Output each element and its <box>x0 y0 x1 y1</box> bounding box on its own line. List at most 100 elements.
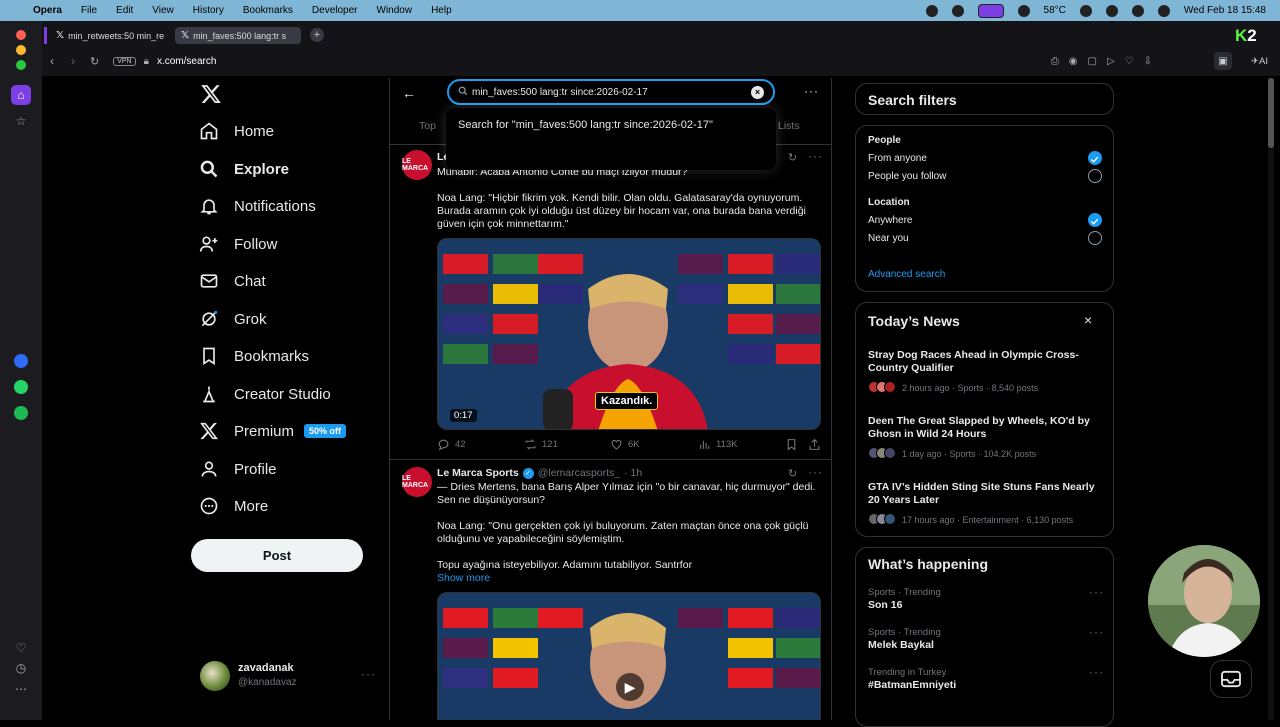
back-arrow-icon[interactable]: ← <box>402 85 416 101</box>
bookmark-tweet-button[interactable] <box>785 438 798 451</box>
reload-icon[interactable]: ↻ <box>90 55 99 68</box>
new-tab-button[interactable]: + <box>310 28 324 42</box>
page-scrollbar[interactable] <box>1268 78 1274 720</box>
scrollbar-thumb[interactable] <box>1268 78 1274 148</box>
ai-button[interactable]: ✈AI <box>1251 56 1268 67</box>
whatsapp-icon[interactable] <box>11 377 31 397</box>
heart-icon[interactable]: ♡ <box>11 638 31 658</box>
status-icon-3[interactable] <box>1017 4 1030 17</box>
moon-icon[interactable] <box>1131 4 1144 17</box>
menu-help[interactable]: Help <box>431 5 452 16</box>
menu-view[interactable]: View <box>152 5 174 16</box>
grok-tweet-icon[interactable]: ↻ <box>788 467 797 480</box>
vpn-badge[interactable]: VPN <box>113 56 136 66</box>
status-icon-1[interactable] <box>925 4 938 17</box>
tweet-video[interactable]: ▶ <box>437 592 821 720</box>
home-workspace-icon[interactable]: ⌂ <box>11 85 31 105</box>
show-more-link[interactable]: Show more <box>437 572 490 584</box>
trend-menu-icon[interactable]: ··· <box>1089 665 1104 679</box>
menu-file[interactable]: File <box>81 5 97 16</box>
news-item-title[interactable]: Deen The Great Slapped by Wheels, KO'd b… <box>868 415 1108 441</box>
anywhere-checked-icon[interactable] <box>1088 213 1102 227</box>
menu-app-opera[interactable]: Opera <box>33 5 62 16</box>
search-suggestion-item[interactable]: Search for "min_faves:500 lang:tr since:… <box>458 119 713 131</box>
messenger-icon[interactable] <box>11 351 31 371</box>
nav-creator-studio[interactable]: Creator Studio <box>199 379 331 409</box>
grok-tweet-icon[interactable]: ↻ <box>788 151 797 164</box>
status-icon-2[interactable] <box>951 4 964 17</box>
tweet-avatar[interactable]: LE MARCA <box>402 467 432 497</box>
like-button[interactable]: 6K <box>610 438 640 451</box>
clock[interactable]: Wed Feb 18 15:48 <box>1184 5 1266 16</box>
tab-faves-active[interactable]: 𝕏min_faves:500 lang:tr s <box>175 27 301 44</box>
nav-follow[interactable]: Follow <box>199 229 277 259</box>
history-icon[interactable]: ◷ <box>11 658 31 678</box>
account-avatar[interactable] <box>200 661 230 691</box>
advanced-search-link[interactable]: Advanced search <box>868 269 945 280</box>
tab-retweets[interactable]: 𝕏min_retweets:50 min_re <box>50 27 172 44</box>
trend-topic[interactable]: Son 16 <box>868 599 902 611</box>
search-options-icon[interactable]: ··· <box>804 84 819 98</box>
zoom-window-icon[interactable] <box>16 60 26 70</box>
control-center-icon[interactable] <box>1157 4 1170 17</box>
messages-drawer-button[interactable] <box>1210 660 1252 698</box>
reply-button[interactable]: 42 <box>437 438 466 451</box>
nav-bookmarks[interactable]: Bookmarks <box>199 341 309 371</box>
share-button[interactable] <box>808 438 821 451</box>
url-text[interactable]: x.com/search <box>157 56 216 67</box>
status-pill-icon[interactable] <box>977 3 1004 18</box>
x-logo-icon[interactable] <box>200 83 222 105</box>
search-input[interactable]: min_faves:500 lang:tr since:2026-02-17 × <box>447 79 775 105</box>
tweet-menu-icon[interactable]: ··· <box>808 465 823 479</box>
address-actions-icons[interactable]: ⎙◉▢▷♡⇩ <box>1051 56 1162 67</box>
clear-search-icon[interactable]: × <box>751 85 764 99</box>
tweet-avatar[interactable]: LE MARCA <box>402 150 432 180</box>
menu-window[interactable]: Window <box>377 5 413 16</box>
news-item-title[interactable]: Stray Dog Races Ahead in Olympic Cross-C… <box>868 349 1108 375</box>
nav-profile[interactable]: Profile <box>199 454 277 484</box>
menu-developer[interactable]: Developer <box>312 5 358 16</box>
cube-icon[interactable]: ▣ <box>1214 52 1232 70</box>
trend-topic[interactable]: #BatmanEmniyeti <box>868 679 956 691</box>
back-arrow-icon[interactable]: ‹ <box>50 54 54 68</box>
battery-icon[interactable] <box>1079 4 1092 17</box>
menu-edit[interactable]: Edit <box>116 5 133 16</box>
play-icon[interactable]: ▶ <box>616 673 644 701</box>
play-icon[interactable] <box>1105 4 1118 17</box>
tweet-video[interactable]: Kazandık. 0:17 <box>437 238 821 430</box>
minimize-window-icon[interactable] <box>16 45 26 55</box>
account-name[interactable]: zavadanak <box>238 662 294 674</box>
views-button[interactable]: 113K <box>698 438 737 451</box>
trend-topic[interactable]: Melek Baykal <box>868 639 934 651</box>
filter-near-you[interactable]: Near you <box>868 233 909 244</box>
people-you-follow-radio[interactable] <box>1088 169 1102 183</box>
menu-bookmarks[interactable]: Bookmarks <box>243 5 293 16</box>
nav-notifications[interactable]: Notifications <box>199 191 316 221</box>
repost-button[interactable]: 121 <box>524 438 558 451</box>
tweet-author-handle[interactable]: @lemarcasports_ <box>538 467 620 479</box>
forward-arrow-icon[interactable]: › <box>71 54 75 68</box>
tab-lists[interactable]: Lists <box>778 120 800 132</box>
trend-menu-icon[interactable]: ··· <box>1089 585 1104 599</box>
nav-more[interactable]: More <box>199 491 268 521</box>
account-menu-icon[interactable]: ··· <box>361 667 376 681</box>
filter-from-anyone[interactable]: From anyone <box>868 153 927 164</box>
nav-grok[interactable]: Grok <box>199 304 267 334</box>
post-button[interactable]: Post <box>191 539 363 572</box>
trend-menu-icon[interactable]: ··· <box>1089 625 1104 639</box>
star-icon[interactable]: ☆ <box>11 111 31 131</box>
near-you-radio[interactable] <box>1088 231 1102 245</box>
news-item-title[interactable]: GTA IV’s Hidden Sting Site Stuns Fans Ne… <box>868 481 1108 507</box>
nav-home[interactable]: Home <box>199 116 274 146</box>
tweet-menu-icon[interactable]: ··· <box>808 149 823 163</box>
tab-top[interactable]: Top <box>419 120 436 132</box>
filter-people-you-follow[interactable]: People you follow <box>868 171 946 182</box>
nav-premium[interactable]: Premium 50% off <box>199 416 347 446</box>
nav-explore[interactable]: Explore <box>199 154 289 184</box>
filter-anywhere[interactable]: Anywhere <box>868 215 912 226</box>
temperature-readout[interactable]: 58°C <box>1044 5 1066 16</box>
nav-chat[interactable]: Chat <box>199 266 266 296</box>
menu-history[interactable]: History <box>193 5 224 16</box>
more-dots-icon[interactable]: ⋯ <box>11 679 31 699</box>
close-window-icon[interactable] <box>16 30 26 40</box>
